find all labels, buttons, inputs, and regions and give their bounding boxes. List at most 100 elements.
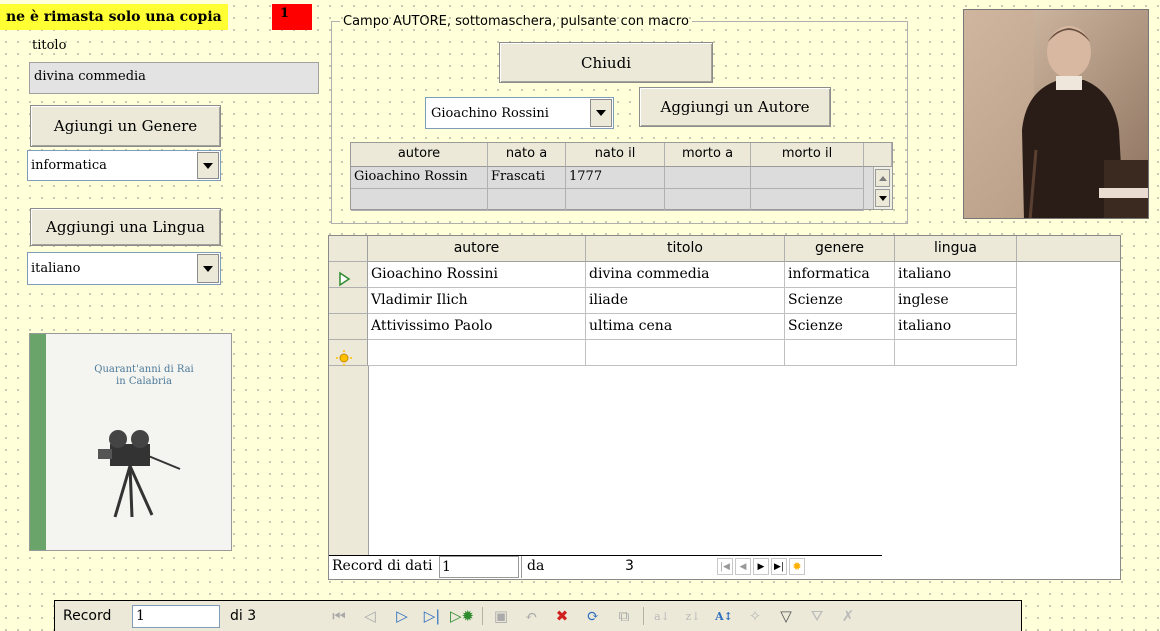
previous-record-icon[interactable]: ◀ xyxy=(735,558,751,575)
column-header-blank xyxy=(864,143,892,167)
titolo-field[interactable]: divina commedia xyxy=(29,62,319,94)
next-record-icon[interactable]: ▶ xyxy=(753,558,769,575)
titolo-label: titolo xyxy=(32,38,67,53)
language-select-value: italiano xyxy=(31,261,81,276)
row-selector-column xyxy=(329,366,369,555)
table-cell[interactable] xyxy=(665,189,751,211)
save-record-icon[interactable]: ▣ xyxy=(491,606,511,626)
previous-record-icon[interactable]: ◁ xyxy=(360,606,380,626)
table-cell[interactable]: Frascati xyxy=(488,167,566,189)
column-header[interactable]: nato a xyxy=(488,143,566,167)
table-cell[interactable] xyxy=(586,340,785,366)
book-cover-title: Quarant'anni di Rai in Calabria xyxy=(60,364,228,388)
sort-descending-icon[interactable]: z↓ xyxy=(683,606,703,626)
new-record-icon[interactable]: ✹ xyxy=(789,558,805,575)
add-author-button[interactable]: Aggiungi un Autore xyxy=(639,87,831,127)
table-cell[interactable] xyxy=(368,340,586,366)
column-header-blank xyxy=(1017,236,1120,262)
apply-filter-icon[interactable]: ⛛ xyxy=(807,606,827,626)
column-header[interactable]: autore xyxy=(351,143,488,167)
toolbar-record-input[interactable]: 1 xyxy=(132,605,220,628)
add-genre-button[interactable]: Agiungi un Genere xyxy=(30,105,221,147)
row-selector[interactable] xyxy=(329,314,368,340)
table-cell[interactable]: italiano xyxy=(895,314,1017,340)
first-record-icon[interactable]: ⏮ xyxy=(329,606,349,626)
language-select[interactable]: italiano xyxy=(27,252,221,285)
chevron-down-icon[interactable] xyxy=(197,152,219,179)
table-cell[interactable]: Gioachino Rossini xyxy=(368,262,586,288)
table-cell[interactable]: Scienze xyxy=(785,314,895,340)
book-spine-stripe xyxy=(30,334,46,550)
next-record-icon[interactable]: ▷ xyxy=(392,606,412,626)
refresh-icon[interactable]: ⟳ xyxy=(583,606,603,626)
author-portrait-image xyxy=(963,9,1149,219)
book-cover-title-line: Quarant'anni di Rai xyxy=(94,364,194,375)
book-cover-title-line: in Calabria xyxy=(116,376,172,387)
table-cell[interactable] xyxy=(566,189,665,211)
author-group-legend: Campo AUTORE, sottomaschera, pulsante co… xyxy=(343,14,689,29)
undo-icon[interactable]: ↶ xyxy=(521,606,541,626)
grid-record-navigator: Record di dati 1 da 3 |◀ ◀ ▶ ▶| ✹ xyxy=(329,555,1120,579)
new-record-icon[interactable]: ▷✹ xyxy=(450,606,474,626)
toolbar-separator xyxy=(643,607,644,625)
books-table[interactable]: autore titolo genere lingua Gioachino Ro… xyxy=(328,235,1121,580)
scroll-up-icon[interactable] xyxy=(875,169,890,187)
delete-record-icon[interactable]: ✖ xyxy=(552,606,572,626)
table-cell[interactable]: divina commedia xyxy=(586,262,785,288)
table-cell[interactable] xyxy=(785,340,895,366)
new-row-selector[interactable] xyxy=(329,340,368,366)
table-cell[interactable] xyxy=(351,189,488,211)
first-record-icon[interactable]: |◀ xyxy=(717,558,733,575)
table-cell[interactable] xyxy=(665,167,751,189)
table-cell[interactable]: Scienze xyxy=(785,288,895,314)
table-cell[interactable] xyxy=(488,189,566,211)
toolbar-record-label: Record xyxy=(63,608,112,624)
corner-header xyxy=(329,236,368,262)
column-header[interactable]: nato il xyxy=(566,143,665,167)
sort-ascending-icon[interactable]: a↓ xyxy=(652,606,672,626)
sort-icon[interactable]: A↕ xyxy=(714,606,734,626)
chevron-down-icon[interactable] xyxy=(197,254,219,283)
add-language-button[interactable]: Aggiungi una Lingua xyxy=(30,208,221,246)
availability-banner: ne è rimasta solo una copia xyxy=(0,4,228,30)
last-record-icon[interactable]: ▷| xyxy=(422,606,442,626)
table-cell[interactable]: Vladimir Ilich xyxy=(368,288,586,314)
form-navigation-toolbar: Record 1 di 3 ⏮ ◁ ▷ ▷| ▷✹ ▣ ↶ ✖ ⟳ ⧉ a↓ z… xyxy=(54,600,1022,631)
author-subform-table[interactable]: autore nato a nato il morto a morto il G… xyxy=(350,142,893,211)
last-record-icon[interactable]: ▶| xyxy=(771,558,787,575)
column-header[interactable]: morto a xyxy=(665,143,751,167)
column-header[interactable]: morto il xyxy=(751,143,864,167)
remove-filter-icon[interactable]: ✗ xyxy=(838,606,858,626)
row-selector[interactable] xyxy=(329,262,368,288)
column-header[interactable]: autore xyxy=(368,236,586,262)
row-selector[interactable] xyxy=(329,288,368,314)
record-label: Record di dati xyxy=(332,558,433,574)
record-number-input[interactable]: 1 xyxy=(439,556,519,578)
column-header[interactable]: titolo xyxy=(586,236,785,262)
table-cell[interactable]: Gioachino Rossin xyxy=(351,167,488,189)
refresh-control-icon[interactable]: ⧉ xyxy=(614,606,634,626)
table-cell[interactable]: inglese xyxy=(895,288,1017,314)
filter-icon[interactable]: ▽ xyxy=(776,606,796,626)
table-cell[interactable]: Attivissimo Paolo xyxy=(368,314,586,340)
column-header[interactable]: lingua xyxy=(895,236,1017,262)
table-cell[interactable] xyxy=(751,167,864,189)
table-cell[interactable]: 1777 xyxy=(566,167,665,189)
column-header[interactable]: genere xyxy=(785,236,895,262)
table-cell[interactable]: italiano xyxy=(895,262,1017,288)
scroll-down-icon[interactable] xyxy=(875,189,890,207)
table-cell[interactable]: ultima cena xyxy=(586,314,785,340)
table-cell[interactable]: iliade xyxy=(586,288,785,314)
table-cell[interactable] xyxy=(895,340,1017,366)
record-total: 3 xyxy=(625,558,634,574)
close-button[interactable]: Chiudi xyxy=(499,42,713,83)
table-cell[interactable]: informatica xyxy=(785,262,895,288)
vertical-scrollbar[interactable] xyxy=(873,167,892,209)
table-cell[interactable] xyxy=(751,189,864,211)
toolbar-record-count: di 3 xyxy=(230,608,257,624)
chevron-down-icon[interactable] xyxy=(590,99,612,127)
autofilter-icon[interactable]: ✧ xyxy=(745,606,765,626)
author-select[interactable]: Gioachino Rossini xyxy=(425,97,614,129)
genre-select[interactable]: informatica xyxy=(27,150,221,181)
book-cover-image: Quarant'anni di Rai in Calabria xyxy=(29,333,232,551)
